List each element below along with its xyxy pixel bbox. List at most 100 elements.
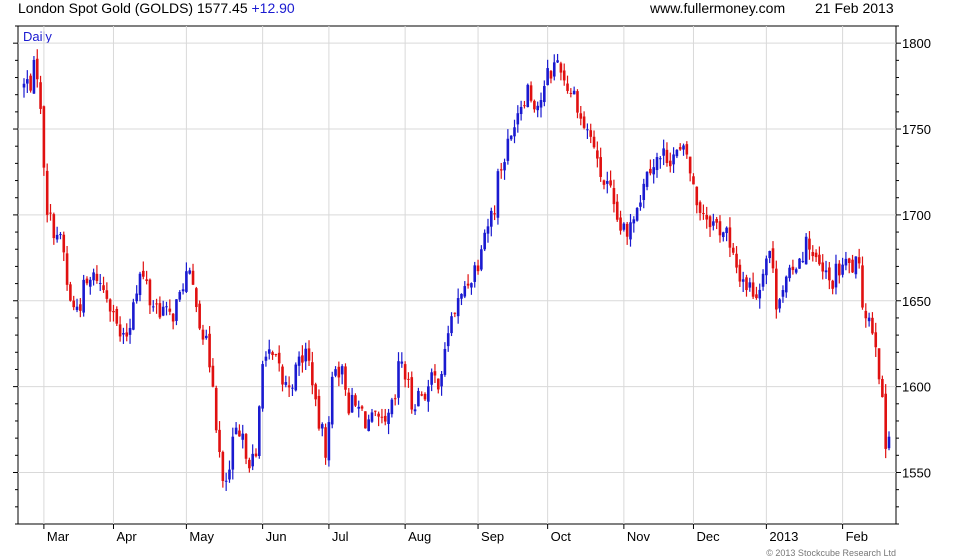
ohlc-bar (609, 170, 612, 188)
ohlc-bar (851, 254, 854, 273)
ohlc-bar (294, 362, 298, 392)
open-close-body (712, 221, 715, 226)
ohlc-bar (291, 384, 294, 397)
ohlc-bar (65, 245, 69, 291)
ohlc-bar (499, 162, 503, 179)
open-close-body (552, 62, 556, 77)
open-close-body (45, 170, 49, 215)
open-close-body (765, 258, 768, 276)
open-close-body (52, 214, 56, 239)
ohlc-bar (576, 89, 579, 119)
ohlc-bar (635, 207, 639, 222)
ohlc-bar (158, 296, 162, 320)
open-close-body (88, 279, 92, 287)
open-close-body (367, 419, 370, 432)
ohlc-bar (642, 178, 646, 209)
open-close-body (798, 258, 801, 269)
ohlc-bar (85, 276, 89, 286)
ohlc-bar (755, 286, 758, 300)
open-close-body (659, 158, 662, 160)
open-close-body (102, 285, 105, 290)
y-tick-label: 1700 (902, 208, 931, 223)
open-close-body (427, 386, 430, 402)
open-close-body (311, 362, 314, 386)
ohlc-bar (748, 277, 752, 292)
open-close-body (135, 293, 138, 302)
open-close-body (397, 361, 400, 398)
open-close-body (132, 302, 135, 330)
ohlc-bar (248, 457, 251, 473)
ohlc-bar (629, 213, 632, 247)
ohlc-bar (476, 259, 480, 275)
ohlc-bar (834, 254, 838, 295)
open-close-body (619, 217, 622, 231)
instrument-name: London Spot Gold (GOLDS) (18, 0, 194, 16)
ohlc-bar (463, 281, 467, 299)
ohlc-bar (771, 241, 775, 273)
open-close-body (877, 348, 881, 380)
ohlc-bar (529, 81, 533, 103)
open-close-body (330, 376, 334, 425)
source-link[interactable]: www.fullermoney.com (650, 0, 785, 16)
open-close-body (695, 186, 699, 206)
ohlc-bar (523, 100, 526, 109)
open-close-body (745, 277, 748, 291)
open-close-body (612, 188, 616, 205)
open-close-body (493, 213, 496, 215)
open-close-body (277, 352, 281, 364)
ohlc-bar (135, 285, 138, 304)
open-close-body (884, 393, 887, 449)
open-close-body (672, 154, 675, 165)
ohlc-bar (443, 342, 447, 377)
open-close-body (287, 385, 291, 388)
ohlc-bar (605, 171, 609, 194)
open-close-body (678, 147, 682, 150)
open-close-body (871, 317, 874, 334)
ohlc-bar (466, 274, 470, 289)
ohlc-bar (549, 69, 553, 84)
open-close-body (400, 361, 404, 364)
ohlc-bar (221, 450, 225, 488)
x-tick-label: Mar (47, 529, 70, 544)
open-close-body (844, 258, 848, 266)
ohlc-bar (562, 63, 566, 86)
open-close-body (721, 232, 725, 238)
ohlc-bar (582, 111, 586, 130)
ohlc-bar (238, 424, 241, 437)
open-close-body (201, 329, 205, 340)
ohlc-bar (191, 263, 195, 286)
open-close-body (506, 138, 510, 161)
open-close-body (566, 83, 569, 91)
ohlc-bar (486, 218, 490, 243)
open-close-body (509, 135, 513, 140)
ohlc-bar (456, 288, 460, 324)
open-close-body (430, 372, 433, 385)
open-close-body (652, 167, 655, 175)
ohlc-bar (847, 257, 851, 274)
open-close-body (254, 453, 258, 457)
open-close-body (867, 317, 871, 322)
open-close-body (354, 395, 357, 406)
ohlc-bar (420, 391, 424, 397)
ohlc-bar (814, 249, 818, 262)
ohlc-bar (92, 268, 95, 286)
open-close-body (155, 303, 158, 305)
open-close-body (218, 429, 221, 453)
y-tick-label: 1750 (902, 122, 931, 137)
copyright: © 2013 Stockcube Research Ltd (766, 548, 896, 558)
ohlc-bar (337, 361, 341, 387)
ohlc-bar (181, 283, 185, 295)
open-close-body (145, 279, 148, 281)
ohlc-bar (304, 342, 308, 370)
open-close-body (586, 129, 589, 131)
ohlc-bar (204, 329, 208, 340)
price-change: +12.90 (251, 0, 295, 16)
ohlc-bar (224, 472, 228, 491)
period-label: Daily (23, 29, 52, 44)
open-close-body (513, 127, 516, 137)
open-close-body (692, 176, 695, 185)
ohlc-bar (659, 156, 662, 169)
open-close-body (423, 393, 427, 400)
open-close-body (59, 234, 62, 236)
open-close-body (158, 303, 162, 318)
